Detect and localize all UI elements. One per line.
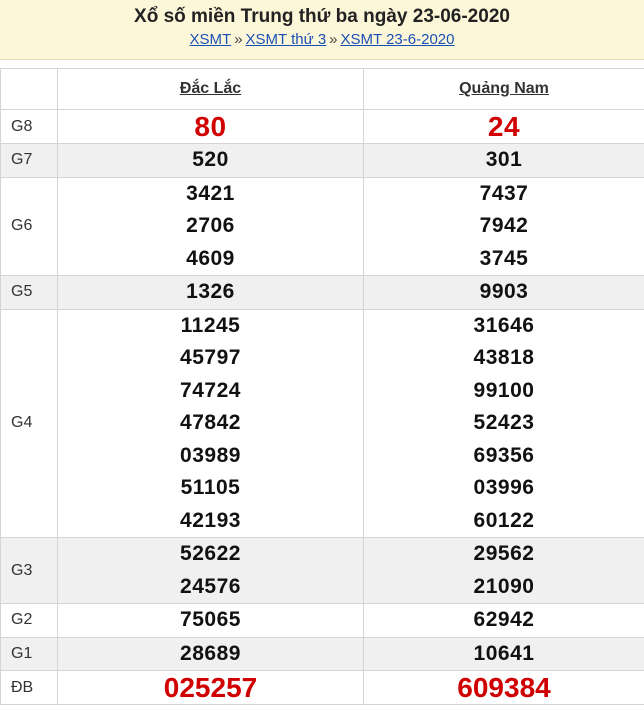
province-header-daclac[interactable]: Đắc Lắc xyxy=(58,69,364,110)
breadcrumb-separator: » xyxy=(326,31,340,48)
result-number: 74724 xyxy=(58,375,363,408)
table-row: G88024 xyxy=(1,110,644,144)
result-cell: 10641 xyxy=(364,637,644,671)
result-number: 47842 xyxy=(58,407,363,440)
province-link-quangnam[interactable]: Quảng Nam xyxy=(459,80,549,97)
result-cell: 743779423745 xyxy=(364,177,644,276)
province-link-daclac[interactable]: Đắc Lắc xyxy=(180,80,241,97)
result-number: 2706 xyxy=(58,210,363,243)
results-body: G88024G7520301G6342127064609743779423745… xyxy=(1,110,644,705)
table-row: ĐB025257609384 xyxy=(1,671,644,705)
breadcrumb-xsmt-date-link[interactable]: XSMT 23-6-2020 xyxy=(341,31,455,48)
result-number: 29562 xyxy=(364,538,644,571)
breadcrumb-xsmt-thu3-link[interactable]: XSMT thứ 3 xyxy=(246,31,327,48)
result-cell: 11245457977472447842039895110542193 xyxy=(58,309,364,538)
prize-label: G2 xyxy=(1,604,58,638)
result-cell: 342127064609 xyxy=(58,177,364,276)
page-title: Xổ số miền Trung thứ ba ngày 23-06-2020 xyxy=(0,5,644,29)
prize-label: G5 xyxy=(1,276,58,310)
prize-label: G4 xyxy=(1,309,58,538)
result-number: 9903 xyxy=(364,276,644,309)
result-cell: 301 xyxy=(364,144,644,178)
page-header: Xổ số miền Trung thứ ba ngày 23-06-2020 … xyxy=(0,0,644,60)
result-cell: 80 xyxy=(58,110,364,144)
table-row: G7520301 xyxy=(1,144,644,178)
prize-label: G6 xyxy=(1,177,58,276)
result-number: 4609 xyxy=(58,243,363,276)
result-cell: 9903 xyxy=(364,276,644,310)
prize-label: G7 xyxy=(1,144,58,178)
result-number: 69356 xyxy=(364,440,644,473)
result-number: 80 xyxy=(58,110,363,143)
table-row: G411245457977472447842039895110542193316… xyxy=(1,309,644,538)
result-number: 31646 xyxy=(364,310,644,343)
prize-label: ĐB xyxy=(1,671,58,705)
prize-label: G1 xyxy=(1,637,58,671)
prize-label: G8 xyxy=(1,110,58,144)
result-cell: 31646438189910052423693560399660122 xyxy=(364,309,644,538)
result-number: 609384 xyxy=(364,671,644,704)
result-number: 52423 xyxy=(364,407,644,440)
breadcrumb: XSMT»XSMT thứ 3»XSMT 23-6-2020 xyxy=(0,29,644,51)
result-number: 42193 xyxy=(58,505,363,538)
result-cell: 025257 xyxy=(58,671,364,705)
result-number: 11245 xyxy=(58,310,363,343)
result-number: 7437 xyxy=(364,178,644,211)
breadcrumb-xsmt-link[interactable]: XSMT xyxy=(190,31,232,48)
result-cell: 62942 xyxy=(364,604,644,638)
result-cell: 28689 xyxy=(58,637,364,671)
table-row: G12868910641 xyxy=(1,637,644,671)
table-row: G27506562942 xyxy=(1,604,644,638)
result-number: 24 xyxy=(364,110,644,143)
result-number: 62942 xyxy=(364,604,644,637)
result-number: 520 xyxy=(58,144,363,177)
result-number: 99100 xyxy=(364,375,644,408)
result-number: 24576 xyxy=(58,571,363,604)
result-number: 43818 xyxy=(364,342,644,375)
table-row: G352622245762956221090 xyxy=(1,538,644,604)
result-number: 3745 xyxy=(364,243,644,276)
table-row: G513269903 xyxy=(1,276,644,310)
result-number: 03996 xyxy=(364,472,644,505)
result-number: 52622 xyxy=(58,538,363,571)
result-cell: 2956221090 xyxy=(364,538,644,604)
result-cell: 520 xyxy=(58,144,364,178)
result-number: 28689 xyxy=(58,638,363,671)
result-cell: 1326 xyxy=(58,276,364,310)
result-number: 60122 xyxy=(364,505,644,538)
result-cell: 5262224576 xyxy=(58,538,364,604)
result-number: 3421 xyxy=(58,178,363,211)
result-number: 03989 xyxy=(58,440,363,473)
result-number: 301 xyxy=(364,144,644,177)
breadcrumb-separator: » xyxy=(231,31,245,48)
result-cell: 609384 xyxy=(364,671,644,705)
result-cell: 75065 xyxy=(58,604,364,638)
result-number: 10641 xyxy=(364,638,644,671)
result-number: 21090 xyxy=(364,571,644,604)
province-header-quangnam[interactable]: Quảng Nam xyxy=(364,69,644,110)
table-row: G6342127064609743779423745 xyxy=(1,177,644,276)
result-number: 025257 xyxy=(58,671,363,704)
result-number: 7942 xyxy=(364,210,644,243)
prize-label: G3 xyxy=(1,538,58,604)
prize-column-header xyxy=(1,69,58,110)
result-cell: 24 xyxy=(364,110,644,144)
result-number: 75065 xyxy=(58,604,363,637)
result-number: 51105 xyxy=(58,472,363,505)
results-table: Đắc Lắc Quảng Nam G88024G7520301G6342127… xyxy=(0,68,644,705)
result-number: 45797 xyxy=(58,342,363,375)
table-header-row: Đắc Lắc Quảng Nam xyxy=(1,69,644,110)
result-number: 1326 xyxy=(58,276,363,309)
